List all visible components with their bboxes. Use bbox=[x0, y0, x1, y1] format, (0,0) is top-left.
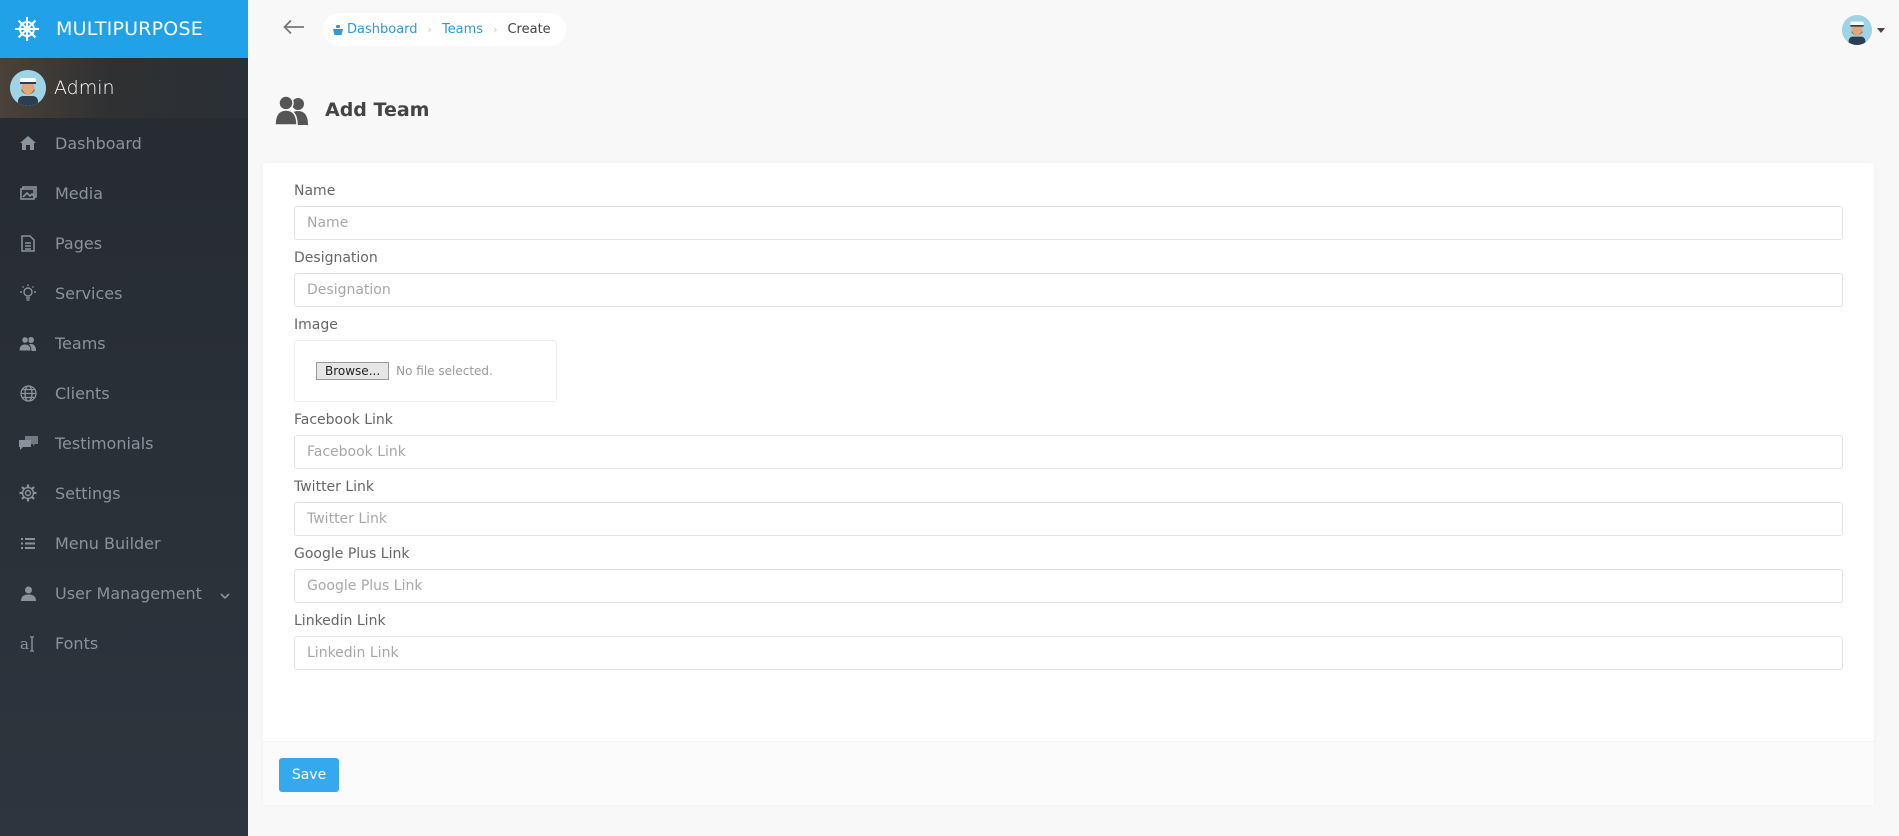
sidebar-item-menu-builder[interactable]: Menu Builder bbox=[0, 518, 248, 568]
sidebar-item-label: Pages bbox=[55, 233, 103, 253]
sidebar-item-dashboard[interactable]: Dashboard bbox=[0, 118, 248, 168]
home-icon bbox=[18, 133, 38, 153]
sidebar-item-label: Media bbox=[55, 183, 104, 203]
ship-wheel-icon bbox=[12, 14, 42, 44]
sidebar-item-fonts[interactable]: a Fonts bbox=[0, 618, 248, 668]
file-status: No file selected. bbox=[396, 364, 493, 378]
team-form-card: Name Designation Image Browse... No file… bbox=[263, 163, 1874, 805]
breadcrumb-separator-icon: › bbox=[427, 23, 432, 36]
name-label: Name bbox=[294, 183, 336, 199]
facebook-label: Facebook Link bbox=[294, 412, 393, 428]
sidebar-item-label: Teams bbox=[55, 333, 106, 353]
sidebar-item-user-management[interactable]: User Management bbox=[0, 568, 248, 618]
images-icon bbox=[18, 183, 38, 203]
sidebar-item-testimonials[interactable]: Testimonials bbox=[0, 418, 248, 468]
caret-down-icon[interactable] bbox=[1877, 28, 1885, 33]
sidebar-item-label: Testimonials bbox=[55, 433, 154, 453]
sidebar-item-label: Services bbox=[55, 283, 123, 303]
sidebar-item-label: Menu Builder bbox=[55, 533, 161, 553]
user-menu-avatar[interactable] bbox=[1842, 15, 1872, 45]
user-name: Admin bbox=[54, 77, 115, 99]
users-icon bbox=[18, 333, 38, 353]
twitter-label: Twitter Link bbox=[294, 479, 375, 495]
page-title: Add Team bbox=[325, 99, 430, 121]
sidebar-item-label: Fonts bbox=[55, 633, 99, 653]
sidebar-item-label: User Management bbox=[55, 583, 202, 603]
google-plus-link-input[interactable] bbox=[294, 569, 1843, 603]
brand-header[interactable]: MULTIPURPOSE bbox=[0, 0, 248, 58]
sidebar-item-services[interactable]: Services bbox=[0, 268, 248, 318]
page-header: Add Team bbox=[274, 95, 430, 126]
file-text-icon bbox=[18, 233, 38, 253]
list-icon bbox=[18, 533, 38, 553]
breadcrumb-teams[interactable]: Teams bbox=[442, 22, 483, 37]
brand-title: MULTIPURPOSE bbox=[56, 18, 203, 40]
designation-input[interactable] bbox=[294, 273, 1843, 307]
browse-button[interactable]: Browse... bbox=[316, 362, 390, 380]
user-panel: Admin bbox=[0, 58, 248, 118]
font-icon: a bbox=[18, 633, 38, 653]
users-icon bbox=[274, 95, 309, 126]
sidebar-item-label: Settings bbox=[55, 483, 121, 503]
image-label: Image bbox=[294, 317, 338, 333]
designation-group: Designation bbox=[294, 250, 1843, 307]
twitter-group: Twitter Link bbox=[294, 479, 1843, 536]
image-group: Image Browse... No file selected. bbox=[294, 317, 1843, 402]
facebook-link-input[interactable] bbox=[294, 435, 1843, 469]
sidebar-item-label: Dashboard bbox=[55, 133, 142, 153]
avatar bbox=[10, 70, 46, 106]
breadcrumb-current: Create bbox=[507, 22, 551, 37]
sidebar-item-pages[interactable]: Pages bbox=[0, 218, 248, 268]
linkedin-label: Linkedin Link bbox=[294, 613, 386, 629]
breadcrumb: Dashboard › Teams › Create bbox=[323, 13, 566, 46]
svg-text:a: a bbox=[20, 635, 29, 652]
name-input[interactable] bbox=[294, 206, 1843, 240]
arrow-left-icon bbox=[283, 19, 305, 39]
card-footer: Save bbox=[263, 741, 1874, 805]
facebook-group: Facebook Link bbox=[294, 412, 1843, 469]
lightbulb-icon bbox=[18, 283, 38, 303]
name-group: Name bbox=[294, 183, 1843, 240]
google-group: Google Plus Link bbox=[294, 546, 1843, 603]
sidebar: MULTIPURPOSE Admin Dashboard Media Pages… bbox=[0, 0, 248, 836]
linkedin-link-input[interactable] bbox=[294, 636, 1843, 670]
image-file-input[interactable]: Browse... No file selected. bbox=[294, 340, 557, 402]
sidebar-menu: Dashboard Media Pages Services Teams Cli… bbox=[0, 118, 248, 668]
back-button[interactable] bbox=[280, 15, 308, 43]
sidebar-item-media[interactable]: Media bbox=[0, 168, 248, 218]
comments-icon bbox=[18, 433, 38, 453]
breadcrumb-dashboard[interactable]: Dashboard bbox=[333, 22, 418, 37]
breadcrumb-separator-icon: › bbox=[493, 23, 498, 36]
linkedin-group: Linkedin Link bbox=[294, 613, 1843, 670]
form-body: Name Designation Image Browse... No file… bbox=[263, 163, 1874, 670]
globe-icon bbox=[18, 383, 38, 403]
sidebar-item-clients[interactable]: Clients bbox=[0, 368, 248, 418]
twitter-link-input[interactable] bbox=[294, 502, 1843, 536]
boat-icon bbox=[333, 24, 343, 35]
sidebar-item-label: Clients bbox=[55, 383, 110, 403]
sidebar-item-teams[interactable]: Teams bbox=[0, 318, 248, 368]
chevron-down-icon[interactable] bbox=[220, 585, 230, 604]
save-button[interactable]: Save bbox=[279, 758, 339, 792]
designation-label: Designation bbox=[294, 250, 378, 266]
google-label: Google Plus Link bbox=[294, 546, 410, 562]
user-icon bbox=[18, 583, 38, 603]
gear-icon bbox=[18, 483, 38, 503]
sidebar-item-settings[interactable]: Settings bbox=[0, 468, 248, 518]
